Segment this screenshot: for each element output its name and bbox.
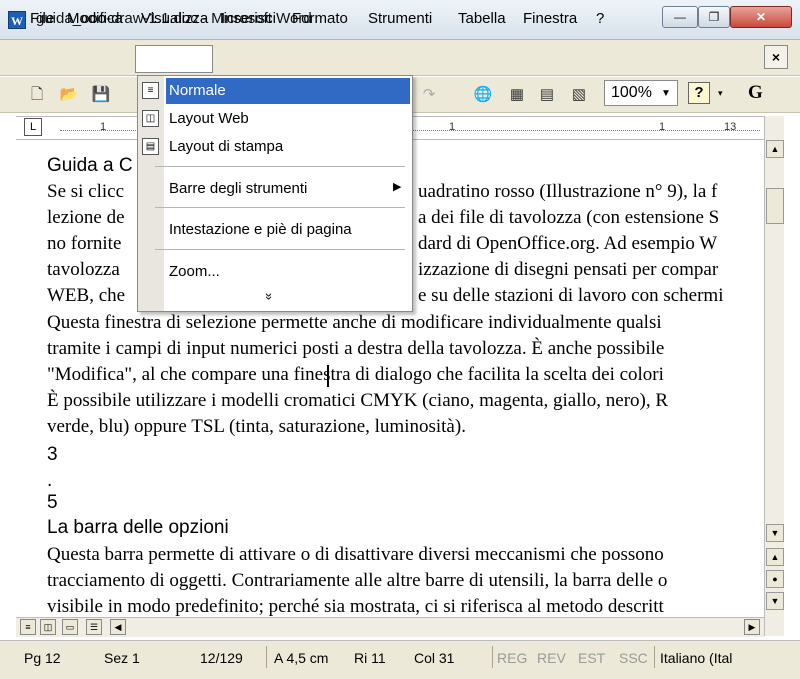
normal-view-icon[interactable]: ≡ xyxy=(20,619,36,635)
doc-line: . xyxy=(47,470,53,491)
scroll-up-icon[interactable]: ▲ xyxy=(766,140,784,158)
horizontal-scrollbar[interactable] xyxy=(16,617,764,637)
scroll-left-icon[interactable]: ◀ xyxy=(110,619,126,635)
doc-line: tramite i campi di input numerici posti … xyxy=(47,338,665,359)
web-layout-icon: ◫ xyxy=(142,110,159,127)
doc-line: Questa barra permette di attivare o di d… xyxy=(47,544,664,565)
normal-view-icon: ≡ xyxy=(142,82,159,99)
doc-line: no fornite xyxy=(47,233,122,254)
menu-strumenti[interactable]: Strumenti xyxy=(368,10,432,27)
help-icon[interactable]: ? xyxy=(688,82,710,104)
text-cursor xyxy=(327,365,329,387)
scroll-down-icon[interactable]: ▼ xyxy=(766,524,784,542)
ruler-number: 13 xyxy=(724,121,737,133)
ruler-number: 1 xyxy=(449,121,456,133)
doc-line-fragment: e su delle stazioni di lavoro con scherm… xyxy=(418,285,724,306)
outline-view-icon[interactable]: ☰ xyxy=(86,619,102,635)
doc-line: 5 xyxy=(47,492,58,513)
submenu-arrow-icon: ▶ xyxy=(393,181,402,193)
status-line: Ri 11 xyxy=(354,650,386,666)
print-layout-icon[interactable]: ▭ xyxy=(62,619,78,635)
doc-line-fragment: a dei file di tavolozza (con estensione … xyxy=(418,207,720,228)
doc-line: Questa finestra di selezione permette an… xyxy=(47,312,662,333)
doc-line: WEB, che xyxy=(47,285,126,306)
document-close-button[interactable]: × xyxy=(764,45,788,69)
status-reg[interactable]: REG xyxy=(497,650,527,666)
dropdown-item-zoom[interactable]: Zoom... xyxy=(169,263,220,280)
word-app-icon[interactable]: W xyxy=(8,11,26,29)
menu-formato[interactable]: Formato xyxy=(292,10,348,27)
status-column: Col 31 xyxy=(414,650,455,666)
ruler-number: 1 xyxy=(100,121,107,133)
status-page-count: 12/129 xyxy=(200,650,243,666)
status-page: Pg 12 xyxy=(24,650,61,666)
tables-borders-icon[interactable]: ▦ xyxy=(506,84,528,106)
toolbar-options-icon[interactable]: ▾ xyxy=(718,88,723,99)
chevron-down-icon[interactable]: ▼ xyxy=(661,88,671,99)
doc-line: tavolozza xyxy=(47,259,120,280)
doc-line: visibile in modo predefinito; perché sia… xyxy=(47,596,664,616)
menu-help[interactable]: ? xyxy=(596,10,604,27)
tab-stop-selector[interactable]: L xyxy=(24,118,42,136)
expand-menu-icon[interactable]: » xyxy=(262,293,277,300)
maximize-button[interactable]: ❐ xyxy=(698,6,730,28)
redo-icon[interactable]: ↷ xyxy=(418,84,440,106)
doc-line: "Modifica", al che compare una finestra … xyxy=(47,364,664,385)
scroll-right-icon[interactable]: ▶ xyxy=(744,619,760,635)
insert-table-icon[interactable]: ▤ xyxy=(536,84,558,106)
doc-line-fragment: dard di OpenOffice.org. Ad esempio W xyxy=(418,233,718,254)
section-heading: La barra delle opzioni xyxy=(47,517,229,538)
menu-finestra[interactable]: Finestra xyxy=(523,10,577,27)
save-icon[interactable]: 💾 xyxy=(90,84,112,106)
menu-modifica[interactable]: Modifica xyxy=(67,10,123,27)
doc-heading: Guida a C xyxy=(47,155,133,176)
open-folder-icon[interactable]: 📂 xyxy=(58,84,80,106)
doc-line-fragment: izzazione di disegni pensati per compar xyxy=(418,259,719,280)
ruler-number: 1 xyxy=(659,121,666,133)
scroll-thumb[interactable] xyxy=(766,188,784,224)
menu-inserisci[interactable]: Inserisci xyxy=(221,10,276,27)
status-language[interactable]: Italiano (Ital xyxy=(660,650,732,666)
menu-tabella[interactable]: Tabella xyxy=(458,10,506,27)
dropdown-item-layout-web[interactable]: Layout Web xyxy=(169,110,249,127)
web-layout-icon[interactable]: ◫ xyxy=(40,619,56,635)
status-position: A 4,5 cm xyxy=(274,650,329,666)
dropdown-item-layout-stampa[interactable]: Layout di stampa xyxy=(169,138,283,155)
close-button[interactable]: ✕ xyxy=(730,6,792,28)
menu-visualizza[interactable]: Visualizza xyxy=(141,10,208,27)
doc-line: tracciamento di oggetti. Contrariamente … xyxy=(47,570,668,591)
status-est[interactable]: EST xyxy=(578,650,605,666)
dropdown-item-intestazione[interactable]: Intestazione e piè di pagina xyxy=(169,221,352,238)
bold-g-button[interactable]: G xyxy=(748,82,763,104)
dropdown-item-barre-strumenti[interactable]: Barre degli strumenti xyxy=(169,180,307,197)
menu-file[interactable]: File xyxy=(30,10,54,27)
status-section: Sez 1 xyxy=(104,650,140,666)
print-layout-icon: ▤ xyxy=(142,138,159,155)
doc-line: lezione de xyxy=(47,207,125,228)
insert-excel-icon[interactable]: ▧ xyxy=(568,84,590,106)
minimize-button[interactable]: — xyxy=(662,6,698,28)
dropdown-item-normale[interactable]: Normale xyxy=(169,82,226,99)
next-page-icon[interactable]: ▼ xyxy=(766,592,784,610)
status-rev[interactable]: REV xyxy=(537,650,566,666)
doc-line: verde, blu) oppure TSL (tinta, saturazio… xyxy=(47,416,466,437)
doc-line: Se si clicc xyxy=(47,181,125,202)
menu-bar xyxy=(0,40,800,76)
doc-line-fragment: uadratino rosso (Illustrazione n° 9), la… xyxy=(418,181,718,202)
browse-object-icon[interactable]: ● xyxy=(766,570,784,588)
doc-line: 3 xyxy=(47,444,58,465)
status-divider xyxy=(266,646,267,668)
status-ssc[interactable]: SSC xyxy=(619,650,648,666)
new-document-icon[interactable]: 🗋 xyxy=(26,84,48,106)
dropdown-separator xyxy=(155,249,405,250)
status-divider xyxy=(654,646,655,668)
dropdown-separator xyxy=(155,207,405,208)
status-divider xyxy=(492,646,493,668)
hyperlink-globe-icon[interactable]: 🌐 xyxy=(472,84,494,106)
previous-page-icon[interactable]: ▲ xyxy=(766,548,784,566)
menu-visualizza-active xyxy=(135,45,213,73)
dropdown-separator xyxy=(155,166,405,167)
doc-line: È possibile utilizzare i modelli cromati… xyxy=(47,390,669,411)
